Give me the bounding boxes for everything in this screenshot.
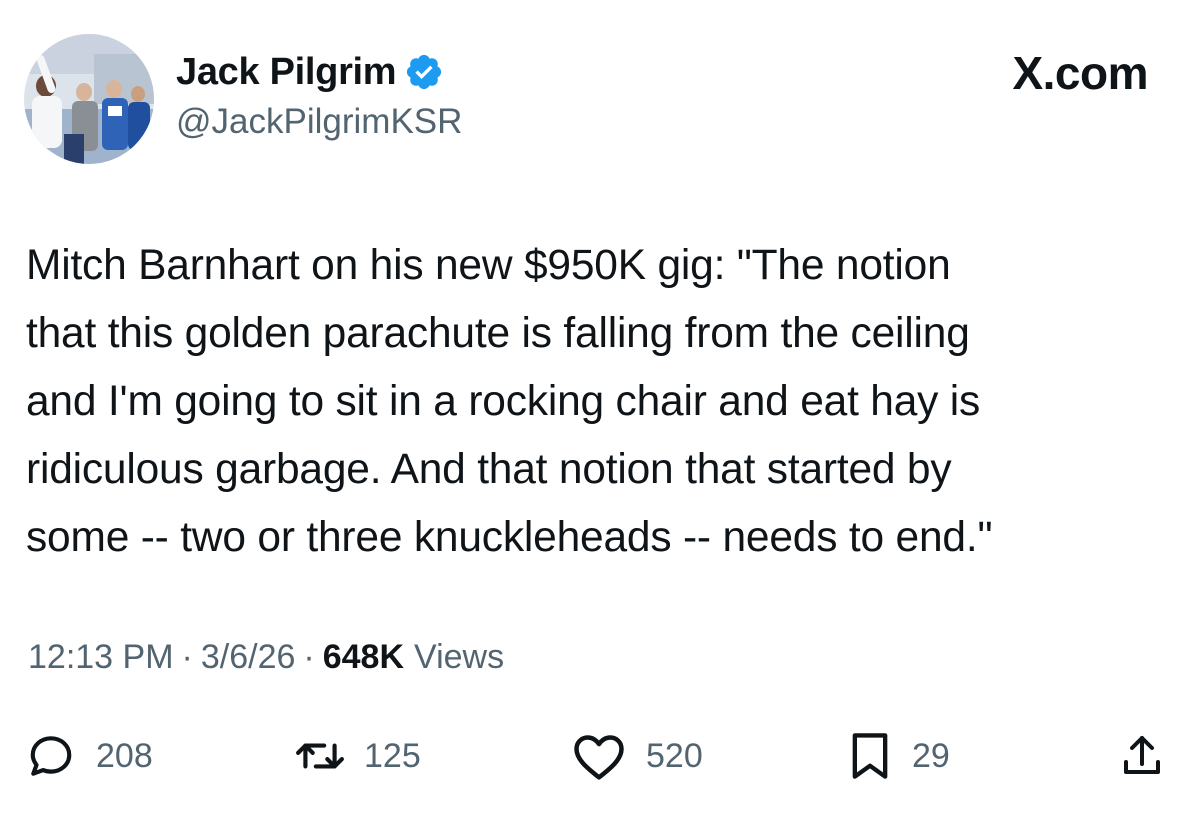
tweet-date[interactable]: 3/6/26: [201, 638, 296, 677]
heart-icon: [572, 731, 626, 781]
action-bar: 208 125 520 29: [0, 726, 1200, 786]
bookmark-button[interactable]: 29: [848, 726, 950, 786]
tweet-time[interactable]: 12:13 PM: [28, 638, 174, 677]
repost-icon: [292, 731, 348, 781]
views-label[interactable]: Views: [414, 638, 504, 677]
author-handle[interactable]: @JackPilgrimKSR: [176, 102, 462, 142]
avatar-image: [24, 34, 154, 164]
verified-badge-icon[interactable]: [404, 52, 444, 92]
author-display-name[interactable]: Jack Pilgrim: [176, 51, 397, 94]
author-name-row[interactable]: Jack Pilgrim: [176, 44, 444, 100]
reply-icon: [26, 731, 76, 781]
tweet-text: Mitch Barnhart on his new $950K gig: "Th…: [26, 242, 993, 561]
bookmark-icon: [848, 730, 892, 782]
tweet-meta: 12:13 PM · 3/6/26 · 648K Views: [28, 638, 504, 677]
like-count: 520: [646, 736, 703, 775]
views-count[interactable]: 648K: [323, 638, 404, 677]
meta-separator: ·: [181, 638, 193, 676]
share-icon: [1118, 731, 1166, 781]
avatar[interactable]: [24, 34, 154, 164]
reply-count: 208: [96, 736, 153, 775]
share-button[interactable]: [1118, 726, 1166, 786]
reply-button[interactable]: 208: [26, 726, 153, 786]
meta-separator: ·: [303, 638, 315, 676]
bookmark-count: 29: [912, 736, 950, 775]
repost-button[interactable]: 125: [292, 726, 421, 786]
like-button[interactable]: 520: [572, 726, 703, 786]
x-logo-brand: X.com: [1012, 47, 1148, 99]
repost-count: 125: [364, 736, 421, 775]
